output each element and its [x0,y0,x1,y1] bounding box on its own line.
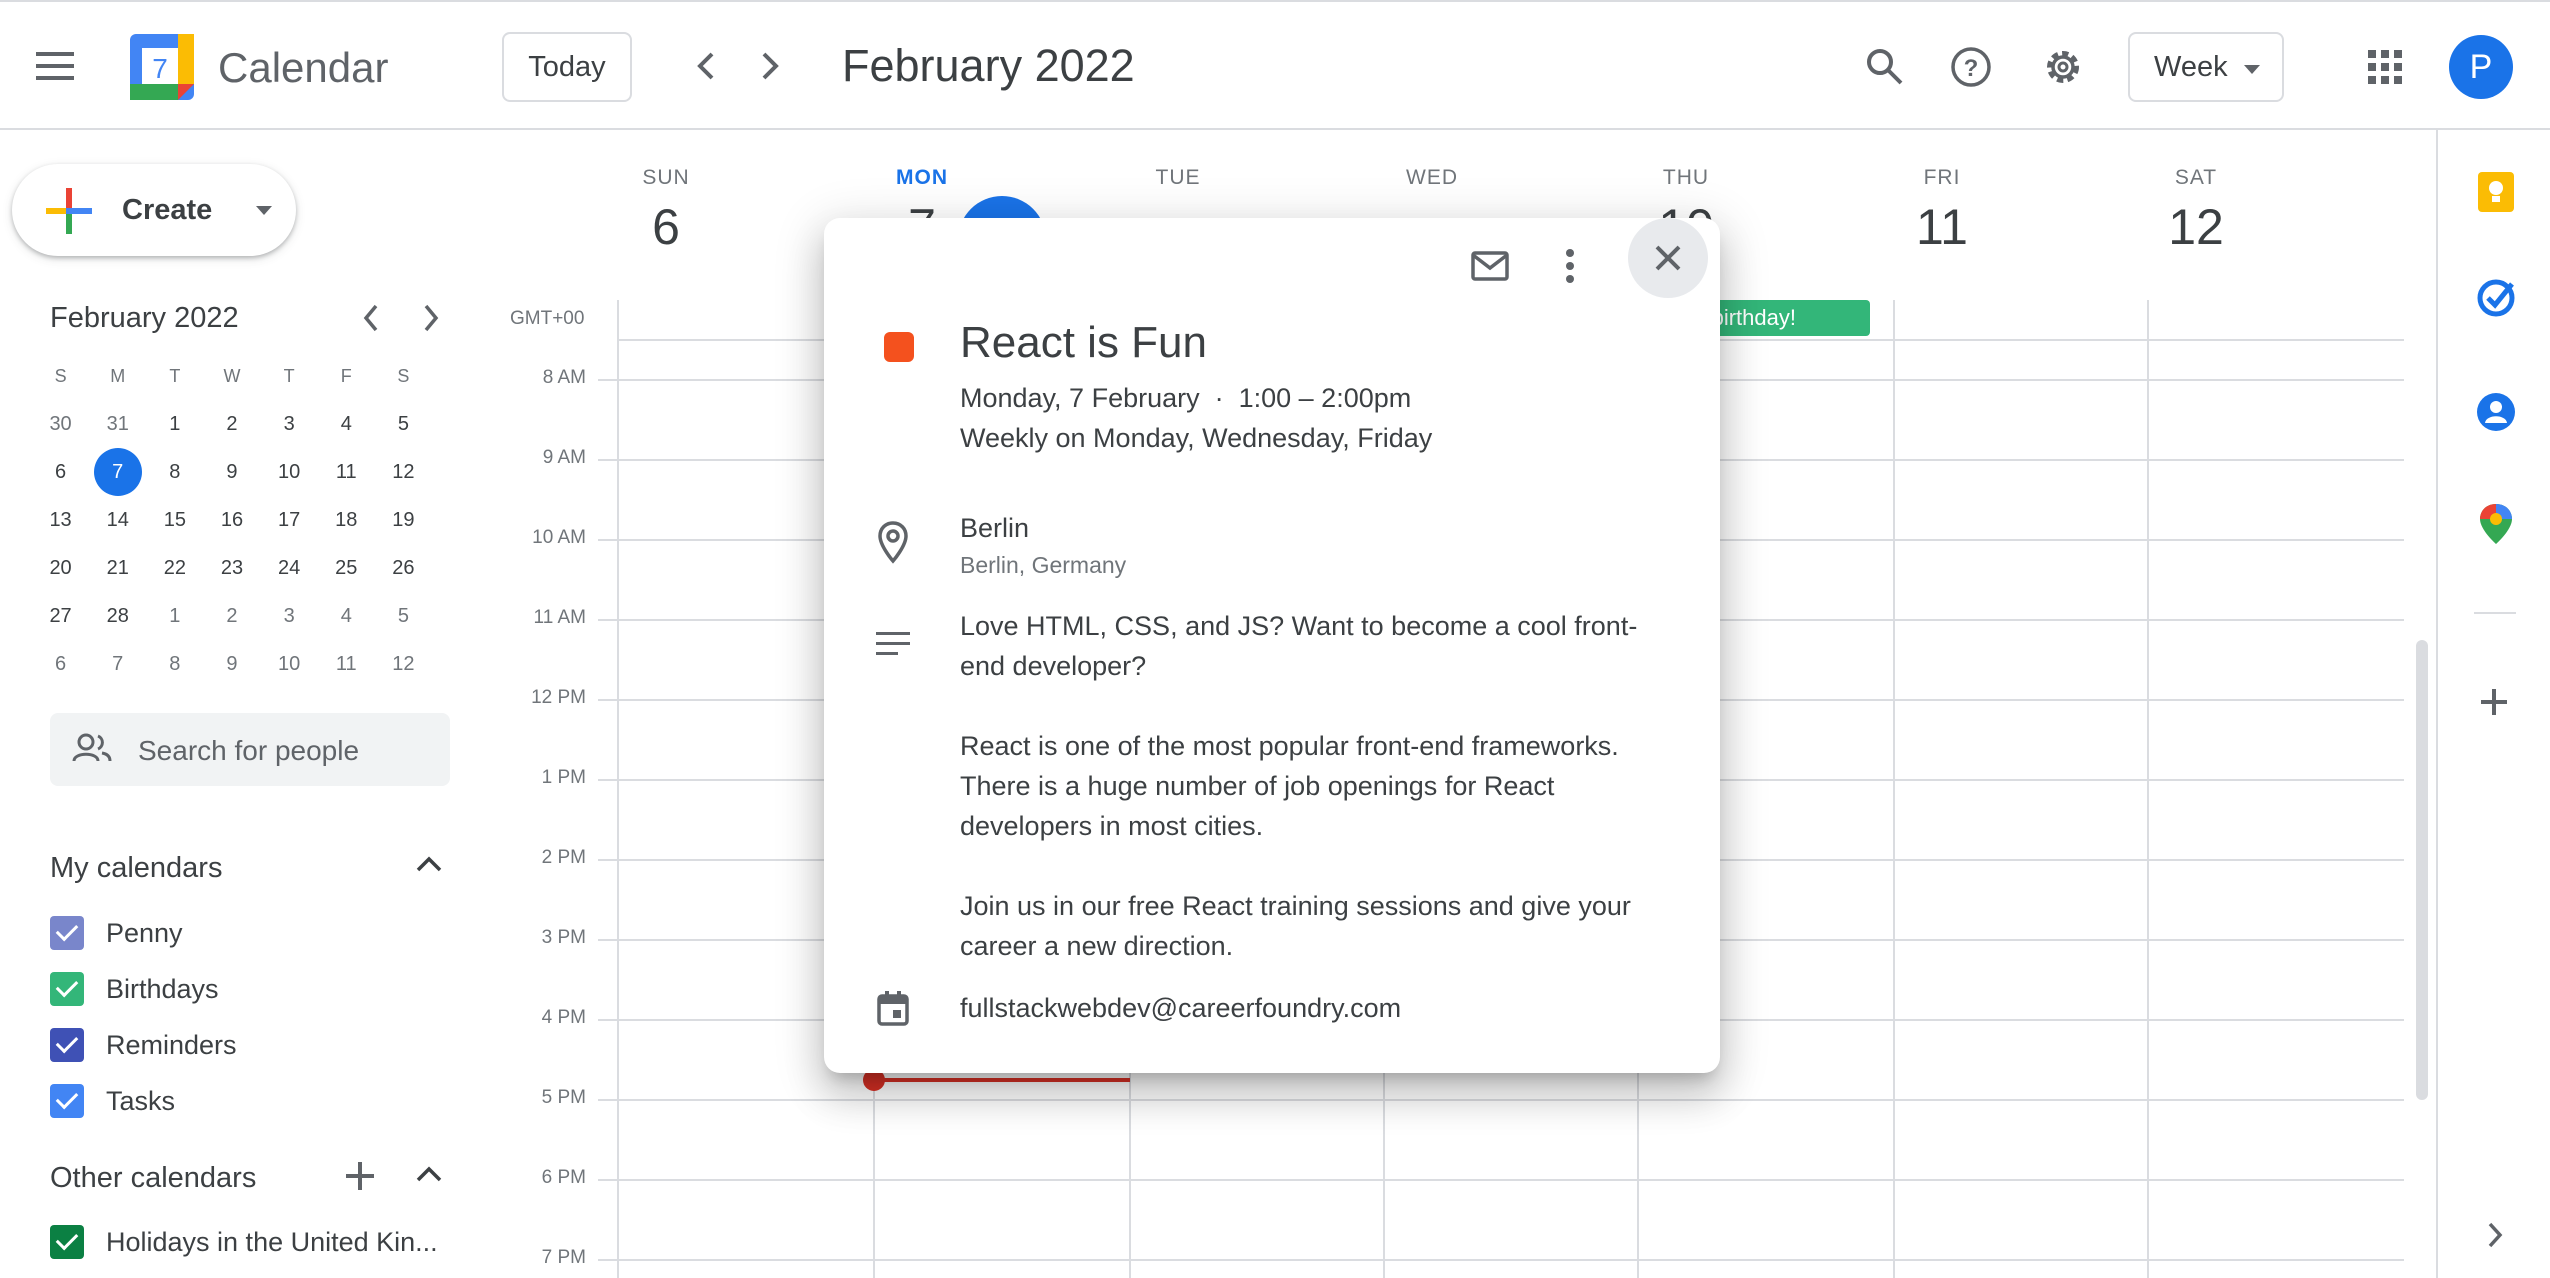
add-addon-icon[interactable] [2478,686,2510,718]
event-calendar-owner: fullstackwebdev@careerfoundry.com [960,993,1402,1023]
description-icon [876,632,910,656]
contacts-icon[interactable] [2476,392,2516,432]
close-popup-button[interactable] [1628,218,1708,298]
description-paragraph: Love HTML, CSS, and JS? Want to become a… [960,611,1638,681]
calendar-icon [876,990,910,1026]
event-date-time: Monday, 7 February · 1:00 – 2:00pm [960,383,1412,413]
account-avatar[interactable]: P [2449,35,2513,99]
event-description: Love HTML, CSS, and JS? Want to become a… [960,606,1680,1006]
side-panel-rail [2436,130,2550,1278]
close-icon [1653,243,1683,273]
event-location: Berlin [960,513,1030,543]
more-options-icon[interactable] [1564,248,1576,284]
maps-icon[interactable] [2478,502,2514,546]
keep-icon[interactable] [2476,170,2516,214]
event-details-popup: React is Fun Monday, 7 February · 1:00 –… [824,218,1720,1073]
rail-divider [2474,612,2516,614]
event-title: React is Fun [960,318,1207,367]
event-color-swatch [884,332,914,362]
event-recurrence: Weekly on Monday, Wednesday, Friday [960,423,1433,453]
description-paragraph: Join us in our free React training sessi… [960,891,1631,961]
scrollbar[interactable] [2416,640,2428,1100]
tasks-icon[interactable] [2476,278,2516,318]
description-paragraph: React is one of the most popular front-e… [960,731,1619,841]
location-pin-icon [876,520,910,564]
email-guests-icon[interactable] [1470,250,1510,282]
event-location-detail: Berlin, Germany [960,552,1127,578]
expand-panel-icon[interactable] [2484,1220,2506,1250]
